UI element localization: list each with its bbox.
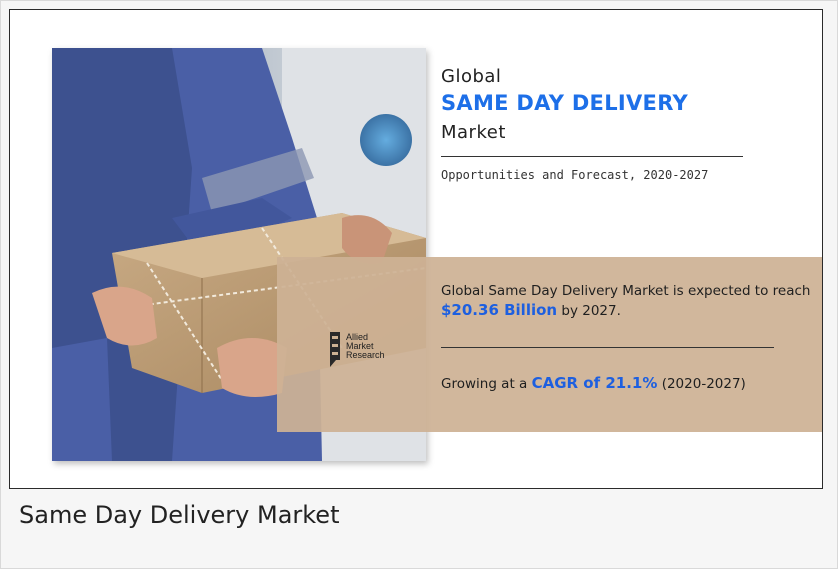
- market-size-text-after: by 2027.: [557, 303, 621, 319]
- figure-container: Allied Market Research Global SAME DAY D…: [0, 0, 838, 569]
- infographic-image[interactable]: Allied Market Research Global SAME DAY D…: [9, 9, 823, 489]
- cagr-text-after: (2020-2027): [657, 376, 746, 392]
- statement-divider: [441, 347, 774, 348]
- title-divider: [441, 156, 743, 157]
- cagr-value: CAGR of 21.1%: [531, 374, 658, 392]
- title-prefix: Global: [441, 66, 502, 87]
- market-size-value: $20.36 Billion: [441, 301, 558, 319]
- infographic-title: SAME DAY DELIVERY: [441, 91, 689, 115]
- allied-market-research-logo: Allied Market Research: [330, 332, 410, 374]
- logo-line-3: Research: [346, 350, 385, 360]
- figure-caption: Same Day Delivery Market: [19, 501, 340, 529]
- market-size-text-before: Global Same Day Delivery Market is expec…: [441, 283, 811, 299]
- infographic-subtitle: Opportunities and Forecast, 2020-2027: [441, 168, 709, 182]
- title-suffix: Market: [441, 122, 506, 143]
- cagr-text-before: Growing at a: [441, 376, 532, 392]
- market-size-statement: Global Same Day Delivery Market is expec…: [441, 282, 811, 321]
- cagr-statement: Growing at a CAGR of 21.1% (2020-2027): [441, 374, 816, 392]
